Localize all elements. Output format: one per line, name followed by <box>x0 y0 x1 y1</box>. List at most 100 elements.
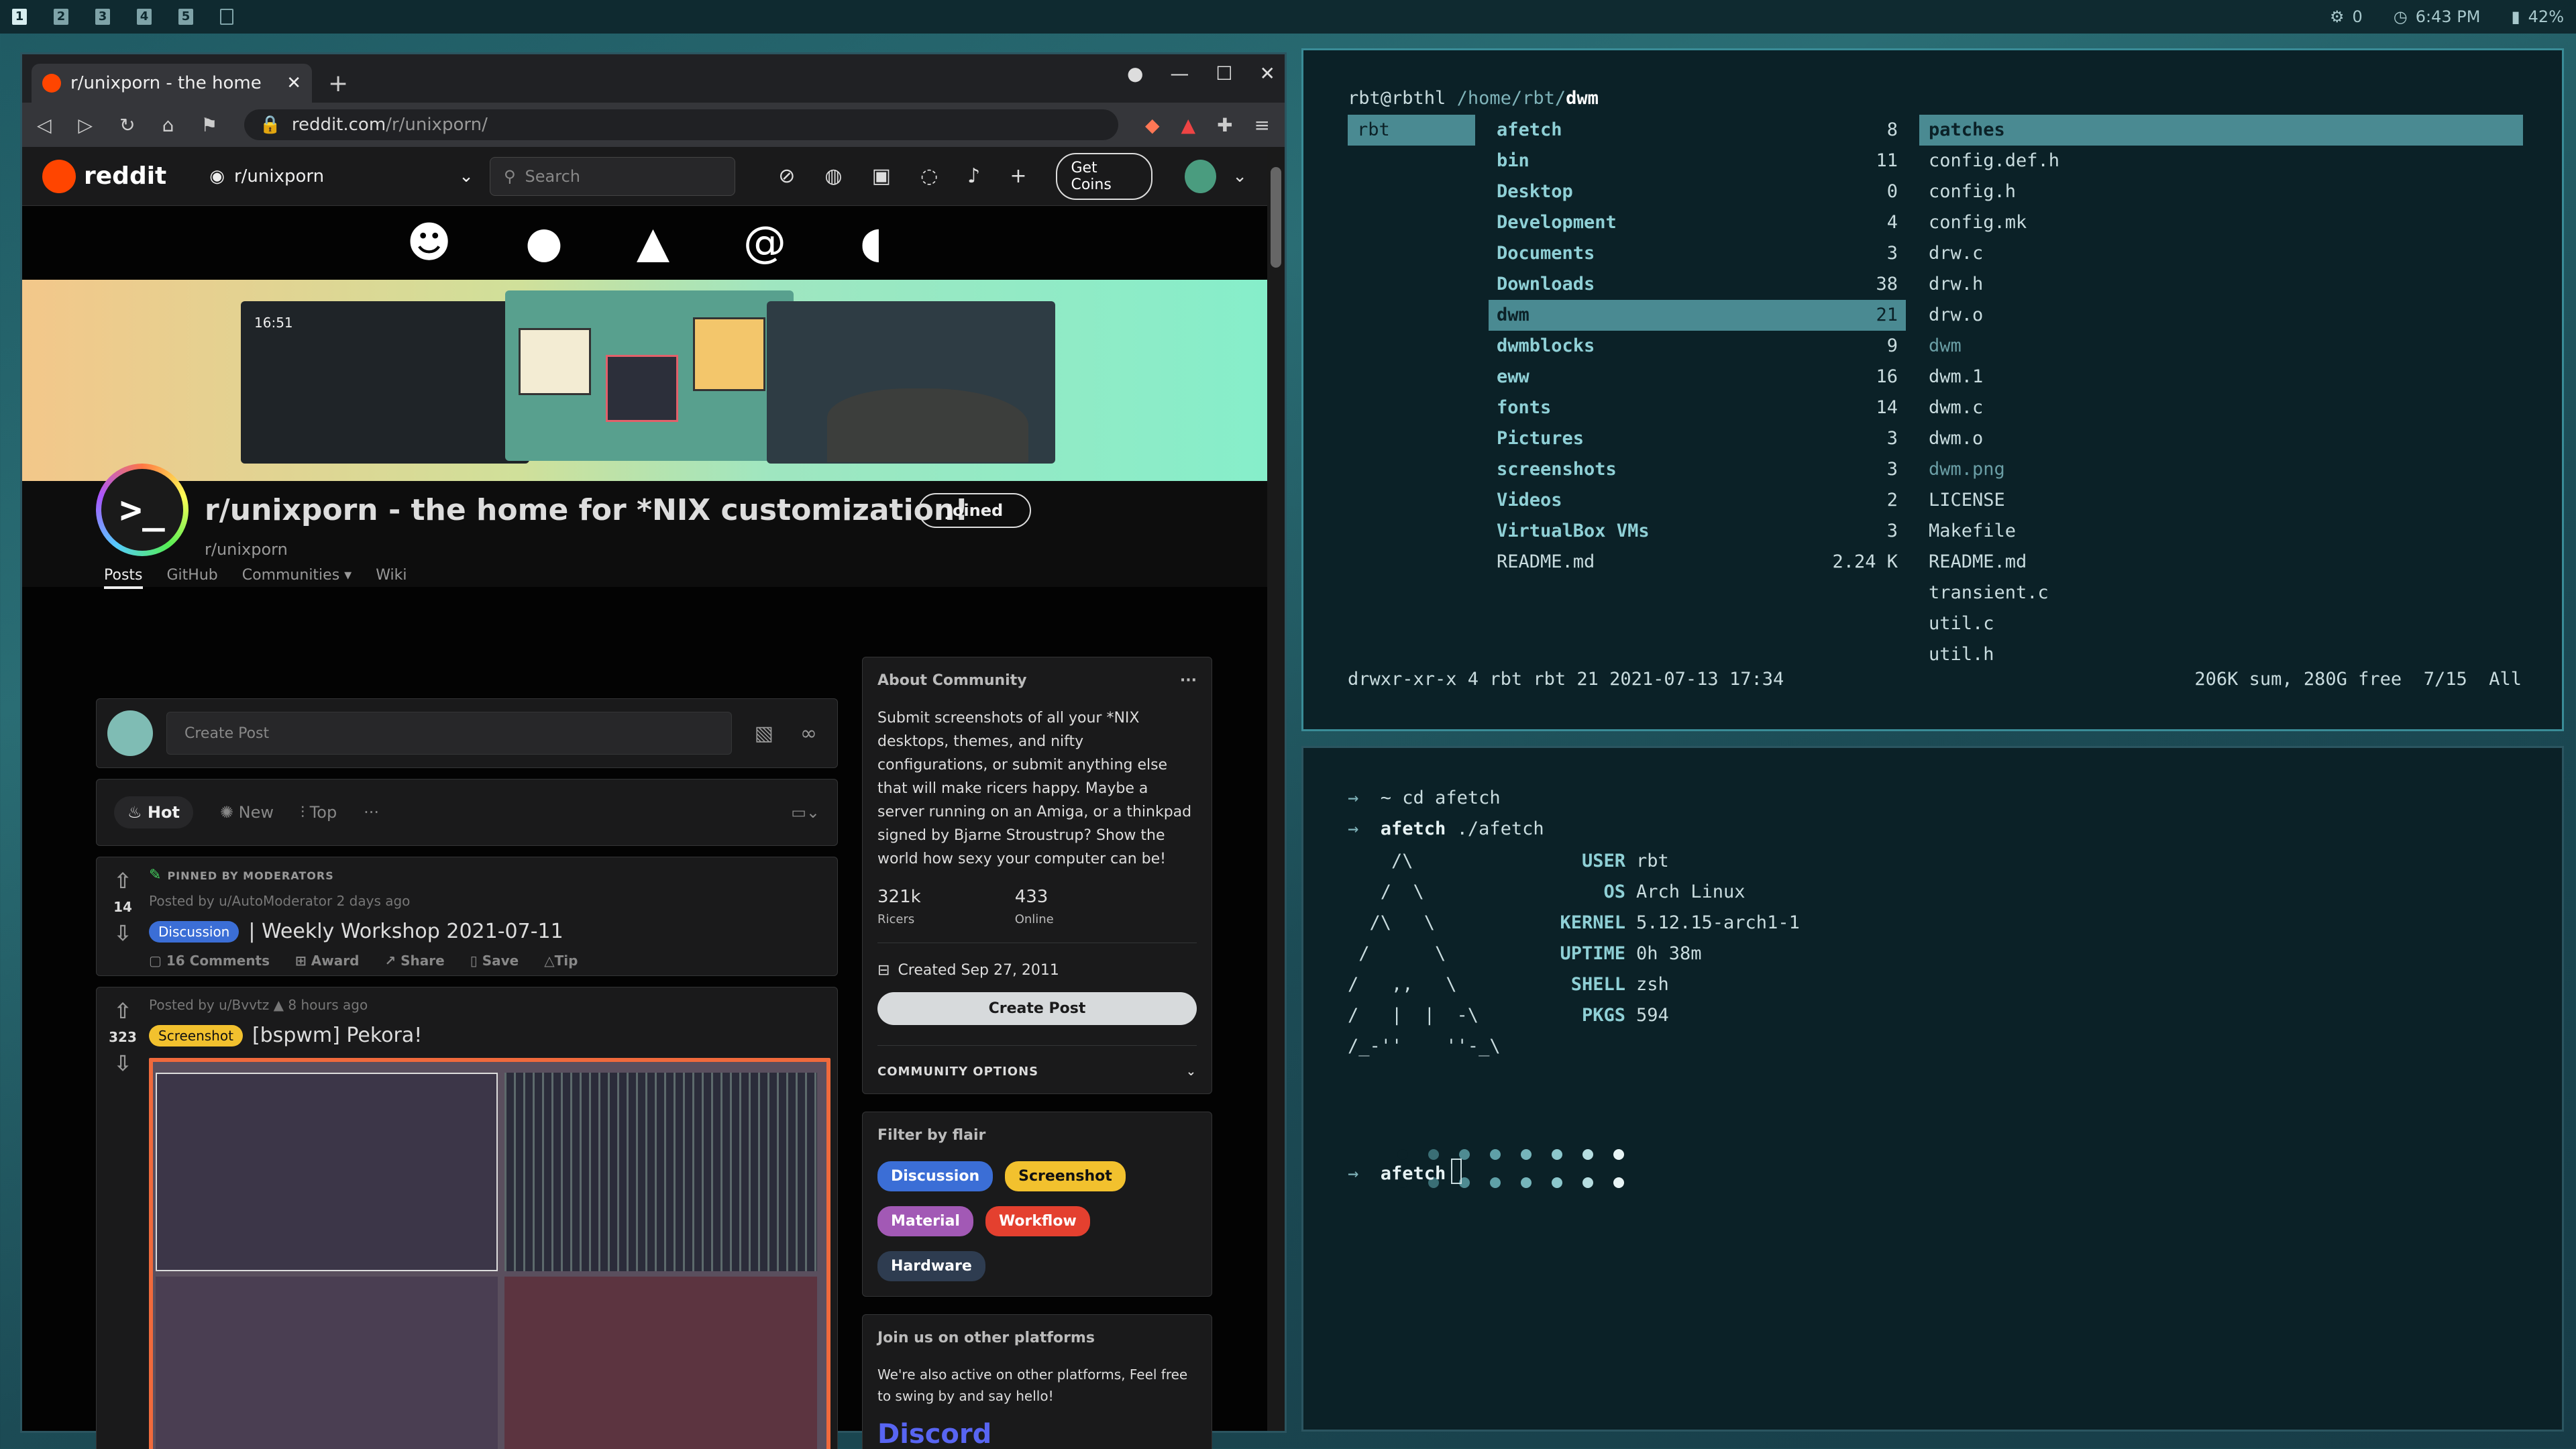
downvote-icon[interactable]: ⇩ <box>114 920 132 946</box>
preview-entry[interactable]: dwm <box>1919 331 2523 362</box>
arch-icon[interactable]: ▲ <box>637 218 669 268</box>
create-post-button[interactable]: Create Post <box>877 992 1197 1025</box>
post-card[interactable]: ⇧ 323 ⇩ Posted by u/Bvvtz ▲ 8 hours ago … <box>96 987 838 1449</box>
image-upload-icon[interactable]: ▧ <box>755 722 773 745</box>
post-title[interactable]: | Weekly Workshop 2021-07-11 <box>248 920 563 943</box>
directory-entry[interactable]: VirtualBox VMs 3 <box>1489 516 1906 547</box>
directory-entry[interactable]: bin 11 <box>1489 146 1906 176</box>
directory-entry[interactable]: Videos 2 <box>1489 485 1906 516</box>
tab-github[interactable]: GitHub <box>167 567 218 589</box>
reload-icon[interactable]: ↻ <box>119 114 135 136</box>
post-card[interactable]: ⇧ 14 ⇩ ✎ PINNED BY MODERATORS Posted by u… <box>96 857 838 976</box>
directory-entry[interactable]: dwm 21 <box>1489 300 1906 331</box>
directory-entry[interactable]: Development 4 <box>1489 207 1906 238</box>
preview-entry[interactable]: transient.c <box>1919 578 2523 608</box>
sort-new-button[interactable]: ✺ New <box>220 803 274 822</box>
freebsd-icon[interactable]: ☻ <box>407 218 451 268</box>
tab-posts[interactable]: Posts <box>104 567 143 589</box>
flair-filter-discussion[interactable]: Discussion <box>877 1161 994 1191</box>
notification-bell-icon[interactable]: ♪ <box>967 164 980 188</box>
comments-button[interactable]: ▢ 16 Comments <box>149 953 270 969</box>
preview-entry[interactable]: dwm.1 <box>1919 362 2523 392</box>
preview-entry[interactable]: dwm.o <box>1919 423 2523 454</box>
record-icon[interactable]: ● <box>1127 62 1143 85</box>
flair-filter-hardware[interactable]: Hardware <box>877 1251 985 1281</box>
directory-entry[interactable]: screenshots 3 <box>1489 454 1906 485</box>
browser-tab[interactable]: r/unixporn - the home ✕ <box>32 64 312 103</box>
menu-icon[interactable]: ≡ <box>1254 114 1270 136</box>
back-icon[interactable]: ◁ <box>37 114 52 136</box>
tab-communities[interactable]: Communities ▾ <box>242 567 352 589</box>
search-input[interactable]: ⚲ Search <box>489 156 736 196</box>
award-button[interactable]: ⊞ Award <box>295 953 359 969</box>
preview-entry[interactable]: LICENSE <box>1919 485 2523 516</box>
share-button[interactable]: ↗ Share <box>384 953 444 969</box>
preview-entry[interactable]: README.md <box>1919 547 2523 578</box>
directory-entry[interactable]: dwmblocks 9 <box>1489 331 1906 362</box>
new-tab-icon[interactable]: + <box>328 70 348 97</box>
apple-icon[interactable]: ● <box>525 218 563 268</box>
joined-button[interactable]: Joined <box>918 493 1032 528</box>
sort-hot-button[interactable]: ♨ Hot <box>114 796 193 828</box>
maximize-icon[interactable]: ☐ <box>1216 62 1232 85</box>
preview-entry[interactable]: drw.o <box>1919 300 2523 331</box>
flair-badge[interactable]: Discussion <box>149 920 239 943</box>
preview-entry[interactable]: drw.h <box>1919 269 2523 300</box>
layout-icon[interactable]: . <box>220 9 233 25</box>
more-options-icon[interactable]: ··· <box>1180 672 1197 689</box>
view-mode-icon[interactable]: ▭⌄ <box>791 803 820 822</box>
chat-icon[interactable]: ◌ <box>920 164 938 188</box>
save-button[interactable]: ▯ Save <box>470 953 519 969</box>
bookmark-icon[interactable]: ⚑ <box>201 114 217 136</box>
directory-entry[interactable]: Documents 3 <box>1489 238 1906 269</box>
workspace-2[interactable]: 2 <box>54 9 68 25</box>
tip-button[interactable]: △Tip <box>544 953 578 969</box>
preview-entry[interactable]: dwm.png <box>1919 454 2523 485</box>
directory-entry[interactable]: eww 16 <box>1489 362 1906 392</box>
preview-entry[interactable]: Makefile <box>1919 516 2523 547</box>
preview-entry[interactable]: util.c <box>1919 608 2523 639</box>
close-window-icon[interactable]: ✕ <box>1260 62 1275 85</box>
preview-entry[interactable]: config.def.h <box>1919 146 2523 176</box>
preview-entry[interactable]: patches <box>1919 115 2523 146</box>
video-icon[interactable]: ▣ <box>872 164 891 188</box>
get-coins-button[interactable]: Get Coins <box>1056 152 1153 200</box>
shield-icon[interactable]: ◆ <box>1145 114 1160 136</box>
directory-entry[interactable]: Pictures 3 <box>1489 423 1906 454</box>
flair-filter-material[interactable]: Material <box>877 1206 973 1236</box>
workspace-3[interactable]: 3 <box>95 9 110 25</box>
preview-entry[interactable]: drw.c <box>1919 238 2523 269</box>
extensions-icon[interactable]: ✚ <box>1217 114 1232 136</box>
user-avatar[interactable] <box>1185 159 1217 193</box>
user-menu-chevron-icon[interactable]: ⌄ <box>1232 166 1247 186</box>
close-tab-icon[interactable]: ✕ <box>286 73 301 93</box>
sort-top-button[interactable]: ⫶ Top <box>301 803 337 822</box>
preview-entry[interactable]: config.h <box>1919 176 2523 207</box>
scrollbar-thumb[interactable] <box>1271 167 1281 268</box>
link-icon[interactable]: ∞ <box>800 722 817 745</box>
gentoo-icon[interactable]: ◖ <box>860 218 883 268</box>
create-post-input[interactable]: Create Post <box>166 712 732 755</box>
flair-filter-screenshot[interactable]: Screenshot <box>1005 1161 1126 1191</box>
rewards-icon[interactable]: ▲ <box>1181 114 1196 136</box>
tab-wiki[interactable]: Wiki <box>376 567 407 589</box>
post-image-preview[interactable] <box>149 1058 830 1449</box>
directory-entry[interactable]: README.md 2.24 K <box>1489 547 1906 578</box>
forward-icon[interactable]: ▷ <box>78 114 93 136</box>
more-options-icon[interactable]: ··· <box>364 803 379 822</box>
minimize-icon[interactable]: — <box>1170 62 1189 85</box>
debian-icon[interactable]: @ <box>743 218 786 268</box>
community-selector[interactable]: ◉ r/unixporn ⌄ <box>209 166 474 186</box>
create-post-icon[interactable]: + <box>1010 164 1026 188</box>
directory-entry[interactable]: Desktop 0 <box>1489 176 1906 207</box>
directory-entry[interactable]: fonts 14 <box>1489 392 1906 423</box>
flair-badge[interactable]: Screenshot <box>149 1024 243 1046</box>
directory-entry[interactable]: afetch 8 <box>1489 115 1906 146</box>
workspace-1[interactable]: 1 <box>12 9 27 25</box>
workspace-5[interactable]: 5 <box>178 9 193 25</box>
page-scrollbar[interactable] <box>1267 147 1285 1431</box>
terminal-window[interactable]: → ~ cd afetch → afetch ./afetch /\ / \ /… <box>1301 746 2564 1432</box>
flair-filter-workflow[interactable]: Workflow <box>985 1206 1090 1236</box>
preview-entry[interactable]: config.mk <box>1919 207 2523 238</box>
discord-logo[interactable]: Discord <box>877 1419 1197 1449</box>
